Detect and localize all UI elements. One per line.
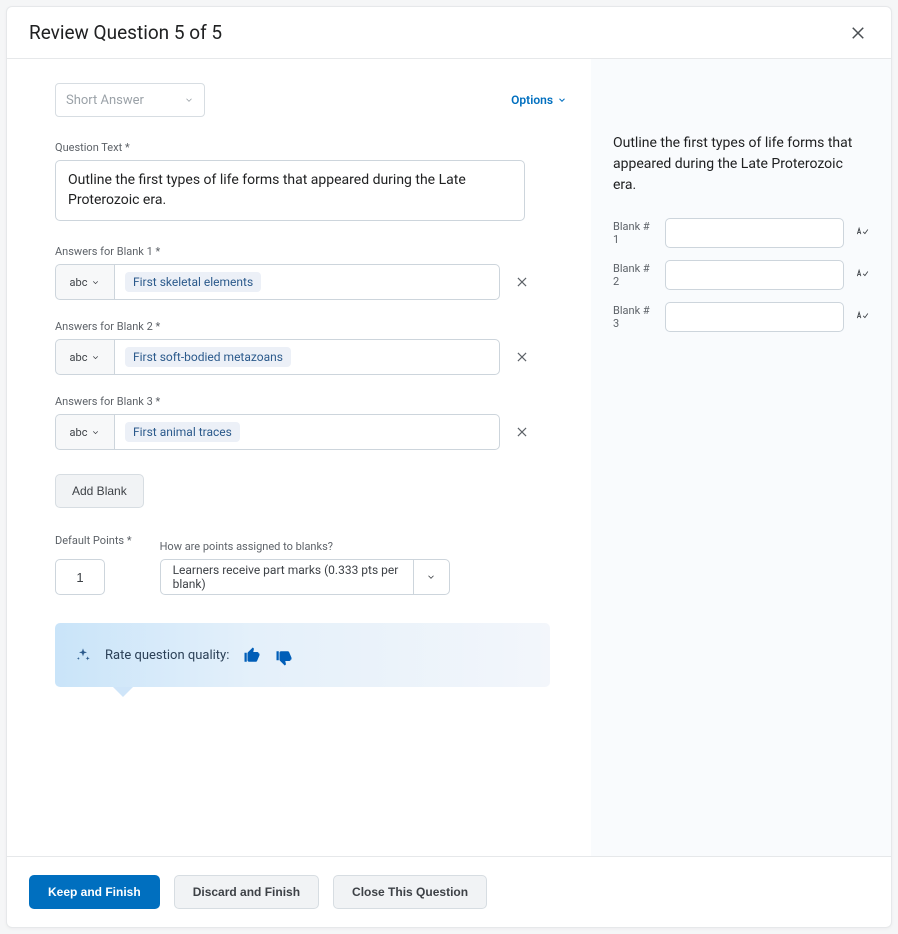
blank-2-label: Answers for Blank 2 *	[55, 320, 567, 333]
close-icon	[515, 275, 529, 289]
keep-and-finish-button[interactable]: Keep and Finish	[29, 875, 160, 909]
blank-3-block: Answers for Blank 3 * abc First animal t…	[55, 395, 567, 450]
question-text-label-text: Question Text	[55, 141, 122, 154]
chevron-down-icon	[557, 95, 567, 105]
spellcheck-button-2[interactable]	[854, 267, 869, 283]
preview-blank-3-label: Blank # 3	[613, 304, 655, 330]
rate-quality-box: Rate question quality:	[55, 623, 550, 687]
blank-2-block: Answers for Blank 2 * abc First soft-bod…	[55, 320, 567, 375]
type-options-row: Short Answer Options	[55, 83, 567, 117]
blank-3-label: Answers for Blank 3 *	[55, 395, 567, 408]
blank-1-label: Answers for Blank 1 *	[55, 245, 567, 258]
preview-blank-1-label: Blank # 1	[613, 220, 655, 246]
blank-3-answer-row: abc First animal traces	[55, 414, 567, 450]
chevron-down-icon	[91, 428, 100, 437]
blank-2-answer-tag: First soft-bodied metazoans	[125, 347, 291, 367]
points-rule-value: Learners receive part marks (0.333 pts p…	[161, 563, 413, 591]
spellcheck-icon	[855, 226, 869, 240]
close-button[interactable]	[847, 22, 869, 44]
question-text-label: Question Text *	[55, 141, 567, 154]
delete-blank-1-button[interactable]	[512, 272, 532, 292]
review-question-modal: Review Question 5 of 5 Short Answer Opti…	[6, 6, 892, 928]
points-rule-arrow	[413, 560, 449, 594]
close-icon	[515, 425, 529, 439]
question-type-select[interactable]: Short Answer	[55, 83, 205, 117]
default-points-label: Default Points *	[55, 534, 132, 547]
blank-3-answer-tag: First animal traces	[125, 422, 240, 442]
discard-and-finish-button[interactable]: Discard and Finish	[174, 875, 319, 909]
points-rule-label: How are points assigned to blanks?	[160, 540, 450, 553]
required-asterisk: *	[125, 141, 130, 154]
thumbs-up-button[interactable]	[243, 646, 261, 664]
preview-blank-3-input[interactable]	[665, 302, 844, 332]
preview-blank-3-row: Blank # 3	[613, 302, 869, 332]
delete-blank-2-button[interactable]	[512, 347, 532, 367]
close-this-question-button[interactable]: Close This Question	[333, 875, 487, 909]
question-type-value: Short Answer	[66, 93, 144, 108]
blank-2-format-value: abc	[70, 351, 88, 364]
preview-blank-2-input[interactable]	[665, 260, 844, 290]
preview-question-text: Outline the first types of life forms th…	[613, 133, 869, 196]
required-asterisk: *	[156, 245, 161, 258]
blank-1-label-text: Answers for Blank 1	[55, 245, 153, 258]
blank-1-block: Answers for Blank 1 * abc First skeletal…	[55, 245, 567, 300]
thumbs-down-button[interactable]	[275, 649, 293, 667]
spellcheck-icon	[855, 310, 869, 324]
blank-3-label-text: Answers for Blank 3	[55, 395, 153, 408]
options-toggle[interactable]: Options	[511, 93, 567, 107]
blank-1-answer-row: abc First skeletal elements	[55, 264, 567, 300]
required-asterisk: *	[127, 534, 132, 547]
points-row: Default Points * How are points assigned…	[55, 534, 567, 595]
blank-1-format-value: abc	[70, 276, 88, 289]
blank-2-format-select[interactable]: abc	[55, 339, 114, 375]
blank-1-answer-input[interactable]: First skeletal elements	[114, 264, 500, 300]
close-icon	[849, 24, 867, 42]
default-points-group: Default Points *	[55, 534, 132, 595]
points-rule-select[interactable]: Learners receive part marks (0.333 pts p…	[160, 559, 450, 595]
options-label: Options	[511, 93, 553, 107]
blank-2-label-text: Answers for Blank 2	[55, 320, 153, 333]
chevron-down-icon	[184, 95, 194, 105]
blank-2-answer-row: abc First soft-bodied metazoans	[55, 339, 567, 375]
default-points-input[interactable]	[55, 559, 105, 595]
default-points-label-text: Default Points	[55, 534, 124, 547]
chevron-down-icon	[91, 278, 100, 287]
spellcheck-icon	[855, 268, 869, 282]
blank-2-answer-input[interactable]: First soft-bodied metazoans	[114, 339, 500, 375]
spellcheck-button-1[interactable]	[854, 225, 869, 241]
blank-3-format-value: abc	[70, 426, 88, 439]
blank-3-format-select[interactable]: abc	[55, 414, 114, 450]
chevron-down-icon	[426, 572, 436, 582]
preview-blank-2-label: Blank # 2	[613, 262, 655, 288]
delete-blank-3-button[interactable]	[512, 422, 532, 442]
blank-1-answer-tag: First skeletal elements	[125, 272, 261, 292]
editor-pane: Short Answer Options Question Text * Ans…	[7, 59, 591, 856]
modal-footer: Keep and Finish Discard and Finish Close…	[7, 856, 891, 927]
spellcheck-button-3[interactable]	[854, 309, 869, 325]
preview-pane: Outline the first types of life forms th…	[591, 59, 891, 856]
sparkle-icon	[75, 647, 91, 663]
blank-1-format-select[interactable]: abc	[55, 264, 114, 300]
preview-blank-1-input[interactable]	[665, 218, 844, 248]
add-blank-button[interactable]: Add Blank	[55, 474, 144, 508]
preview-blank-1-row: Blank # 1	[613, 218, 869, 248]
rate-quality-label: Rate question quality:	[105, 648, 229, 663]
points-rule-group: How are points assigned to blanks? Learn…	[160, 540, 450, 595]
modal-title: Review Question 5 of 5	[29, 21, 222, 44]
blank-3-answer-input[interactable]: First animal traces	[114, 414, 500, 450]
required-asterisk: *	[156, 395, 161, 408]
preview-blank-2-row: Blank # 2	[613, 260, 869, 290]
required-asterisk: *	[156, 320, 161, 333]
question-text-input[interactable]	[55, 160, 525, 221]
chevron-down-icon	[91, 353, 100, 362]
close-icon	[515, 350, 529, 364]
modal-header: Review Question 5 of 5	[7, 7, 891, 59]
modal-body: Short Answer Options Question Text * Ans…	[7, 59, 891, 856]
